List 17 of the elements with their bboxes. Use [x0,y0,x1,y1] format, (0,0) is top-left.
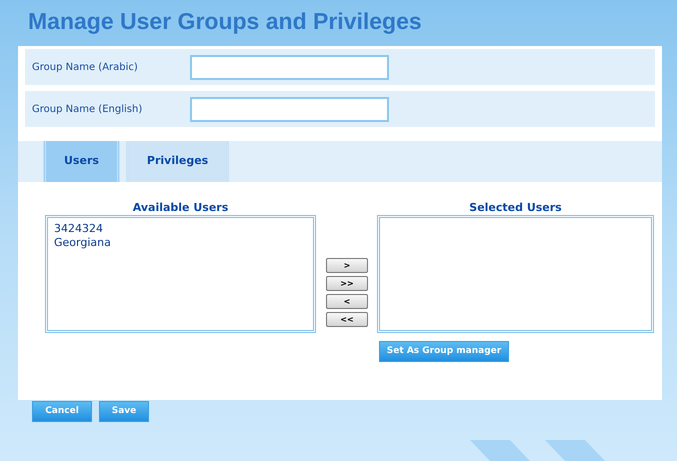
list-item[interactable]: Georgiana [54,236,307,250]
transfer-button[interactable]: << [326,312,368,327]
field-label: Group Name (English) [32,102,144,116]
page-title: Manage User Groups and Privileges [28,7,422,36]
list-title: Available Users [132,202,228,214]
tab[interactable]: Privileges [126,141,230,182]
transfer-button[interactable]: >> [326,276,368,291]
available-users-list[interactable]: 3424324 Georgiana [45,215,316,333]
input-field[interactable] [190,96,389,122]
transfer-button[interactable]: > [326,258,368,273]
transfer-button[interactable]: < [326,294,368,309]
list-title: Selected Users [469,202,562,214]
input-field[interactable] [190,54,389,80]
selected-users-list[interactable] [377,215,654,333]
tab[interactable]: Users [43,141,120,182]
list-item[interactable]: 3424324 [54,222,307,236]
field-label: Group Name (Arabic) [32,60,139,74]
